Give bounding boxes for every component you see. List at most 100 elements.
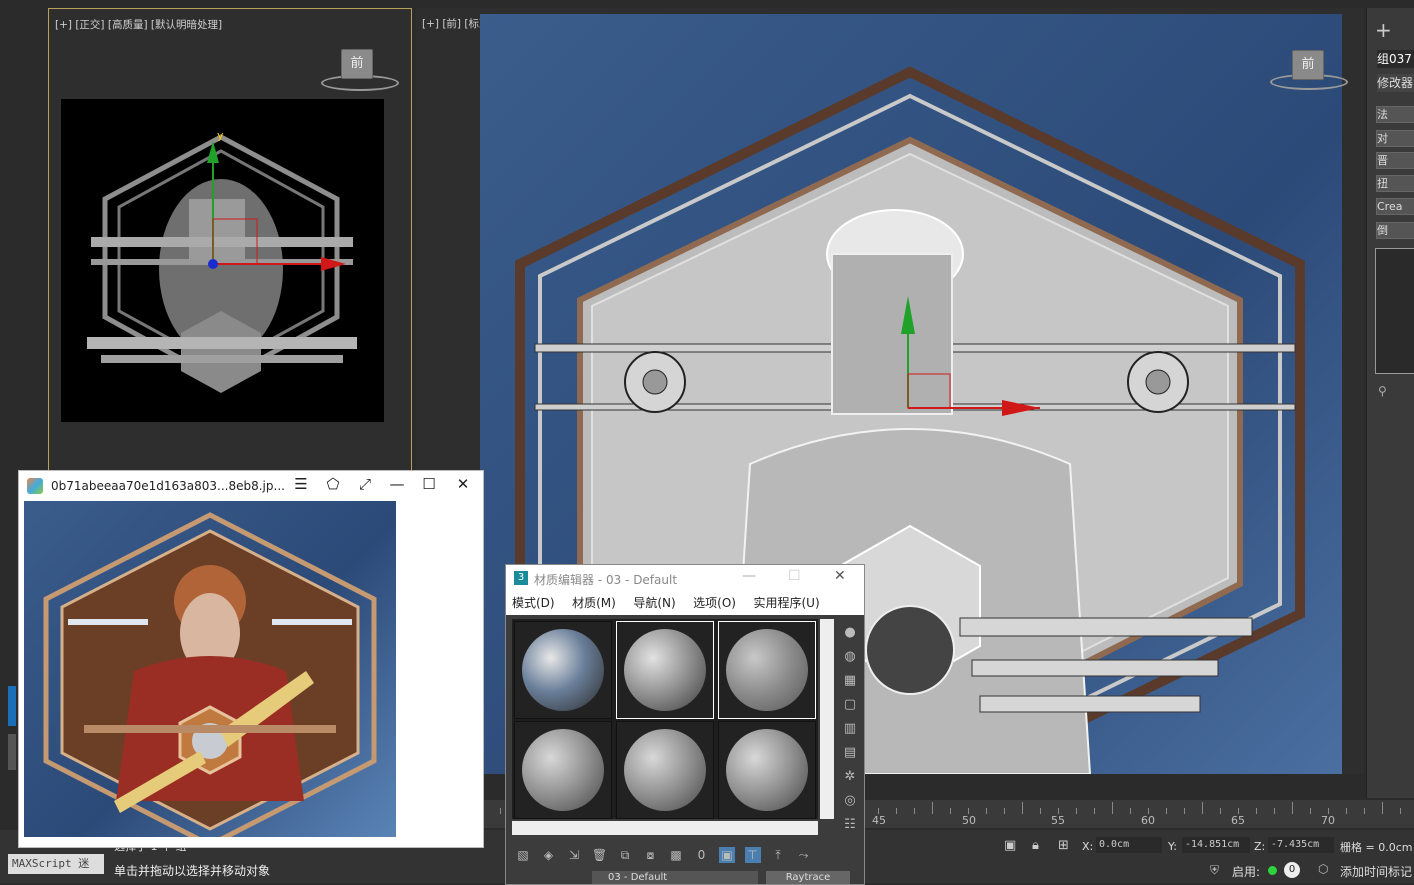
tick-label-70: 70: [1321, 814, 1335, 827]
reset-map-icon[interactable]: 🗑︎: [592, 847, 608, 863]
z-label: Z:: [1254, 840, 1266, 853]
me-minimize-icon[interactable]: —: [742, 568, 756, 584]
modifier-button-6[interactable]: 倒: [1376, 222, 1414, 239]
side-tab-indicator[interactable]: [8, 686, 16, 726]
sample-slot-5[interactable]: [616, 721, 714, 819]
absolute-mode-icon[interactable]: ⊞: [1058, 838, 1069, 853]
isolate-selection-icon[interactable]: ▣: [1004, 838, 1016, 853]
sample-slot-2[interactable]: [616, 621, 714, 719]
go-forward-sibling-icon[interactable]: ⤳: [796, 847, 812, 863]
modifier-stack-list[interactable]: [1375, 248, 1414, 374]
script-icon[interactable]: ⛨: [1210, 863, 1219, 878]
make-copy-icon[interactable]: ⧉: [617, 847, 633, 863]
z-coordinate-field[interactable]: -7.435cm: [1268, 837, 1334, 853]
select-by-material-icon[interactable]: ◎: [840, 789, 860, 813]
video-color-check-icon[interactable]: ▥: [840, 717, 860, 741]
pin-icon[interactable]: ⬠: [321, 475, 345, 493]
uv-tiling-icon[interactable]: ▢: [840, 693, 860, 717]
menu-utilities[interactable]: 实用程序(U): [753, 591, 819, 615]
maxscript-listener[interactable]: MAXScript 迷: [8, 854, 104, 874]
put-to-scene-icon[interactable]: ◈: [541, 847, 557, 863]
timeline-tick: [932, 802, 933, 814]
go-to-parent-icon[interactable]: ⤒: [770, 847, 786, 863]
sample-slot-3[interactable]: [718, 621, 816, 719]
viewport-label-left[interactable]: [+] [正交] [高质量] [默认明暗处理]: [55, 17, 222, 32]
modifier-button-3[interactable]: 晋: [1376, 152, 1414, 169]
viewcube-left[interactable]: 前: [341, 49, 373, 79]
command-panel: + 组037 修改器: [1366, 8, 1414, 798]
timeline-tick: [1382, 802, 1383, 814]
timeline-tick: [1022, 802, 1023, 814]
enable-count-badge[interactable]: 0: [1284, 862, 1300, 878]
viewcube-right[interactable]: 前: [1292, 50, 1324, 80]
pin-stack-icon[interactable]: ⚲: [1378, 384, 1387, 398]
show-shaded-icon[interactable]: ▣: [719, 847, 735, 863]
timeline-tick: [1256, 808, 1257, 814]
material-id-channel-icon[interactable]: 0: [694, 847, 710, 863]
material-type-button[interactable]: Raytrace: [766, 871, 850, 884]
add-time-tag-label[interactable]: 添加时间标记: [1340, 863, 1412, 880]
backlight-icon[interactable]: ◍: [840, 645, 860, 669]
sample-slots-grid: [512, 619, 818, 819]
timeline-tick: [1220, 808, 1221, 814]
material-editor-menubar: 模式(D) 材质(M) 导航(N) 选项(O) 实用程序(U): [506, 591, 864, 615]
timeline-tick: [500, 808, 501, 814]
menu-navigation[interactable]: 导航(N): [633, 591, 675, 615]
timeline-tick: [950, 808, 951, 814]
make-unique-icon[interactable]: ⧇: [643, 847, 659, 863]
modifier-button-1[interactable]: 法: [1376, 106, 1414, 123]
slots-horizontal-scrollbar[interactable]: [512, 821, 818, 835]
material-side-toolbar: ● ◍ ▦ ▢ ▥ ▤ ✲ ◎ ☷: [840, 621, 860, 837]
timeline-tick: [1040, 808, 1041, 814]
show-end-result-icon[interactable]: ⊤: [744, 847, 761, 863]
timeline-tick: [1130, 808, 1131, 814]
sample-slot-4[interactable]: [514, 721, 612, 819]
modifier-button-5[interactable]: Crea: [1376, 198, 1414, 215]
get-material-icon[interactable]: ▧: [515, 847, 531, 863]
fullscreen-icon[interactable]: ⤢: [353, 475, 377, 493]
modifier-button-4[interactable]: 扭: [1376, 175, 1414, 192]
image-app-icon: [27, 478, 43, 494]
x-label: X:: [1082, 840, 1094, 853]
material-editor-titlebar: 3 材质编辑器 - 03 - Default — ☐ ✕: [506, 565, 864, 591]
make-preview-icon[interactable]: ▤: [840, 741, 860, 765]
minimize-icon[interactable]: —: [385, 475, 409, 493]
menu-icon[interactable]: ☰: [289, 475, 313, 493]
modifier-list-dropdown[interactable]: 修改器: [1377, 74, 1414, 92]
x-coordinate-field[interactable]: 0.0cm: [1096, 837, 1162, 853]
menu-material[interactable]: 材质(M): [572, 591, 616, 615]
options-icon[interactable]: ✲: [840, 765, 860, 789]
material-editor-window: 3 材质编辑器 - 03 - Default — ☐ ✕ 模式(D) 材质(M)…: [505, 564, 865, 885]
me-close-icon[interactable]: ✕: [834, 568, 846, 584]
object-name-field[interactable]: 组037: [1377, 50, 1414, 68]
create-plus-icon[interactable]: +: [1375, 18, 1392, 42]
close-icon[interactable]: ✕: [451, 475, 475, 493]
image-viewer-window: 0b71abeeaa70e1d163a803...8eb8.jp... ☰ ⬠ …: [18, 470, 484, 848]
timeline-tick: [1364, 808, 1365, 814]
modifier-button-2[interactable]: 对: [1376, 130, 1414, 147]
sample-type-icon[interactable]: ●: [840, 621, 860, 645]
material-name-field[interactable]: 03 - Default: [592, 871, 758, 884]
reference-image: [24, 501, 396, 848]
assign-to-selection-icon[interactable]: ⇲: [566, 847, 582, 863]
menu-mode[interactable]: 模式(D): [512, 591, 555, 615]
viewport-orthographic[interactable]: [+] [正交] [高质量] [默认明暗处理] 前 y: [48, 8, 412, 472]
me-maximize-icon[interactable]: ☐: [788, 568, 801, 584]
transform-gizmo-left[interactable]: y: [201, 127, 361, 287]
menu-options[interactable]: 选项(O): [693, 591, 736, 615]
maximize-icon[interactable]: ☐: [417, 475, 441, 493]
sample-slot-6[interactable]: [718, 721, 816, 819]
y-coordinate-field[interactable]: -14.851cm: [1182, 837, 1250, 853]
timeline-tick: [1112, 802, 1113, 814]
slots-vertical-scrollbar[interactable]: [820, 619, 834, 819]
time-tag-icon[interactable]: ⬡: [1318, 862, 1328, 876]
background-icon[interactable]: ▦: [840, 669, 860, 693]
timeline-tick: [986, 808, 987, 814]
lock-icon[interactable]: 🔒︎: [1032, 838, 1039, 853]
material-bottom-toolbar: ▧ ◈ ⇲ 🗑︎ ⧉ ⧇ ▩ 0 ▣ ⊤ ⤒ ⤳: [512, 847, 862, 867]
material-map-navigator-icon[interactable]: ☷: [840, 813, 860, 837]
sample-slot-1[interactable]: [514, 621, 612, 719]
timeline-tick: [914, 808, 915, 814]
put-to-library-icon[interactable]: ▩: [668, 847, 684, 863]
side-tab-secondary[interactable]: [8, 734, 16, 770]
